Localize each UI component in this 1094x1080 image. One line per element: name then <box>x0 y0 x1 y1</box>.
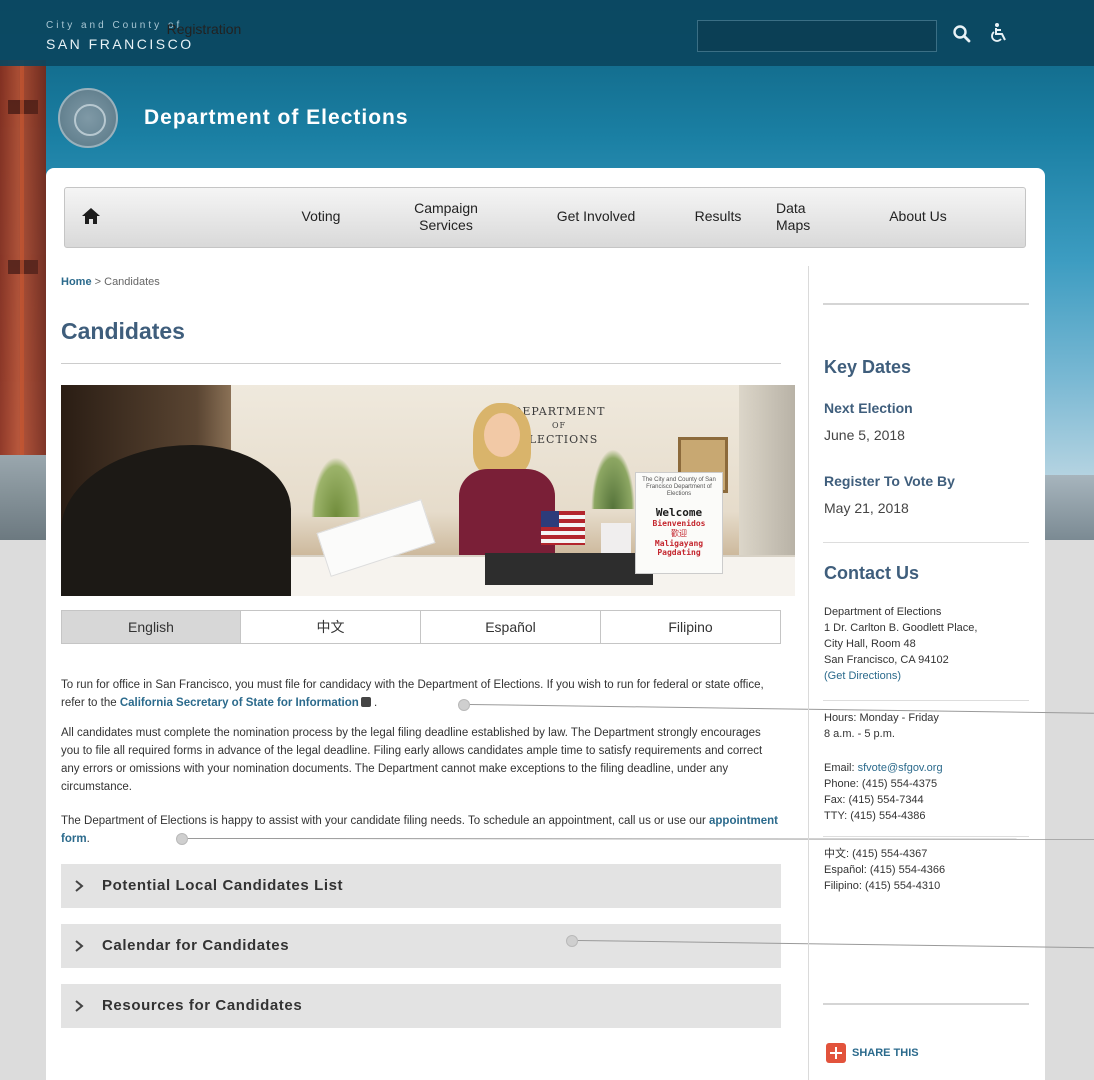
city-seal-logo[interactable] <box>58 88 118 148</box>
search-icon[interactable] <box>952 24 972 44</box>
tab-chinese[interactable]: 中文 <box>240 610 421 644</box>
nomination-paragraph: All candidates must complete the nominat… <box>61 727 763 793</box>
appointment-paragraph: The Department of Elections is happy to … <box>61 812 781 848</box>
nav-campaign-services[interactable]: Campaign Services <box>398 187 494 246</box>
home-icon[interactable] <box>80 206 102 226</box>
sign-welcome: Welcome <box>655 506 703 519</box>
sign-bienvenidos: Bienvenidos <box>652 519 706 528</box>
hills-right <box>1040 475 1094 540</box>
sign-chinese: 歡迎 <box>671 529 687 538</box>
hours-line: Hours: Monday - Friday <box>824 712 939 724</box>
sidebar-divider-line <box>823 542 1029 543</box>
paragraph-end: . <box>374 697 378 709</box>
accordion-resources[interactable]: Resources for Candidates <box>61 984 781 1028</box>
accordion-label: Calendar for Candidates <box>102 937 290 954</box>
sign-maligayang: Maligayang <box>654 539 704 548</box>
sign-small-text: The City and County of San Francisco Dep… <box>642 477 716 497</box>
nav-data-maps[interactable]: Data Maps <box>776 187 836 246</box>
hero-photo: DEPARTMENT OF ELECTIONS The City and Cou… <box>61 385 795 596</box>
tab-filipino[interactable]: Filipino <box>600 610 781 644</box>
chevron-right-icon <box>75 940 84 952</box>
photo-person <box>484 413 520 457</box>
photo-monitor <box>485 553 653 585</box>
address-line: City Hall, Room 48 <box>824 638 916 650</box>
accordion-label: Resources for Candidates <box>102 997 303 1014</box>
accordion-calendar[interactable]: Calendar for Candidates <box>61 924 781 968</box>
register-by-label: Register To Vote By <box>824 473 955 489</box>
get-directions-link[interactable]: (Get Directions) <box>824 670 901 682</box>
chinese-phone: 中文: (415) 554-4367 <box>824 848 928 860</box>
accordion-potential-candidates[interactable]: Potential Local Candidates List <box>61 864 781 908</box>
department-title[interactable]: Department of Elections <box>144 106 409 130</box>
nav-about-us[interactable]: About Us <box>870 187 966 246</box>
city-skyline-left <box>0 455 46 540</box>
sidebar-divider <box>808 266 809 1080</box>
register-by-date: May 21, 2018 <box>824 500 909 516</box>
contact-us-heading: Contact Us <box>824 563 920 583</box>
sign-pagdating: Pagdating <box>657 548 701 557</box>
spanish-phone: Español: (415) 554-4366 <box>824 864 946 876</box>
sidebar-divider-line <box>823 836 1029 837</box>
sidebar-rule <box>823 1003 1029 1005</box>
nav-get-involved[interactable]: Get Involved <box>538 187 654 246</box>
accordion-label: Potential Local Candidates List <box>102 877 344 894</box>
contact-details: Email: sfvote@sfgov.org Phone: (415) 554… <box>824 760 943 824</box>
breadcrumb-separator: > <box>94 276 102 288</box>
chevron-right-icon <box>75 1000 84 1012</box>
paragraph-text: The Department of Elections is happy to … <box>61 815 709 827</box>
sidebar-rule <box>823 303 1029 305</box>
tab-english[interactable]: English <box>61 610 241 644</box>
sign-elections: ELECTIONS <box>519 433 599 446</box>
title-divider <box>61 363 781 364</box>
tty-number: TTY: (415) 554-4386 <box>824 810 926 822</box>
photo-plant <box>311 457 361 517</box>
page-title: Candidates <box>61 318 185 344</box>
plus-share-icon[interactable] <box>826 1043 846 1063</box>
breadcrumb: Home > Candidates <box>61 276 160 288</box>
nav-voting[interactable]: Voting <box>282 187 360 246</box>
next-election-label: Next Election <box>824 400 913 416</box>
next-election-date: June 5, 2018 <box>824 427 905 443</box>
photo-plant <box>591 449 635 509</box>
breadcrumb-home-link[interactable]: Home <box>61 276 92 288</box>
fax-number: Fax: (415) 554-7344 <box>824 794 924 806</box>
language-phones: 中文: (415) 554-4367 Español: (415) 554-43… <box>824 846 945 894</box>
address-line: 1 Dr. Carlton B. Goodlett Place, <box>824 622 978 634</box>
filipino-phone: Filipino: (415) 554-4310 <box>824 880 941 892</box>
sos-link[interactable]: California Secretary of State for Inform… <box>120 697 359 709</box>
breadcrumb-current: Candidates <box>104 276 160 288</box>
contact-address: Department of Elections 1 Dr. Carlton B.… <box>824 604 977 684</box>
key-dates-heading: Key Dates <box>824 357 912 377</box>
callout-marker <box>458 699 470 711</box>
external-link-icon <box>360 697 371 707</box>
office-hours: Hours: Monday - Friday 8 a.m. - 5 p.m. <box>824 710 939 742</box>
share-this-link[interactable]: SHARE THIS <box>852 1047 919 1059</box>
address-line: Department of Elections <box>824 606 942 618</box>
address-line: San Francisco, CA 94102 <box>824 654 949 666</box>
nav-registration[interactable]: Registration <box>148 0 260 59</box>
callout-marker <box>566 935 578 947</box>
phone-number: Phone: (415) 554-4375 <box>824 778 938 790</box>
email-label: Email: <box>824 762 858 774</box>
photo-us-flag <box>541 511 585 545</box>
chevron-right-icon <box>75 880 84 892</box>
sidebar-divider-line <box>823 700 1029 701</box>
nav-results[interactable]: Results <box>680 187 756 246</box>
hours-line: 8 a.m. - 5 p.m. <box>824 728 895 740</box>
email-link[interactable]: sfvote@sfgov.org <box>858 762 943 774</box>
accessibility-icon[interactable] <box>990 22 1010 44</box>
paragraph-end: . <box>86 833 90 845</box>
tab-spanish[interactable]: Español <box>420 610 601 644</box>
photo-welcome-sign: The City and County of San Francisco Dep… <box>635 472 723 574</box>
sign-department: DEPARTMENT <box>512 405 606 418</box>
search-input[interactable] <box>697 20 937 52</box>
callout-marker <box>176 833 188 845</box>
